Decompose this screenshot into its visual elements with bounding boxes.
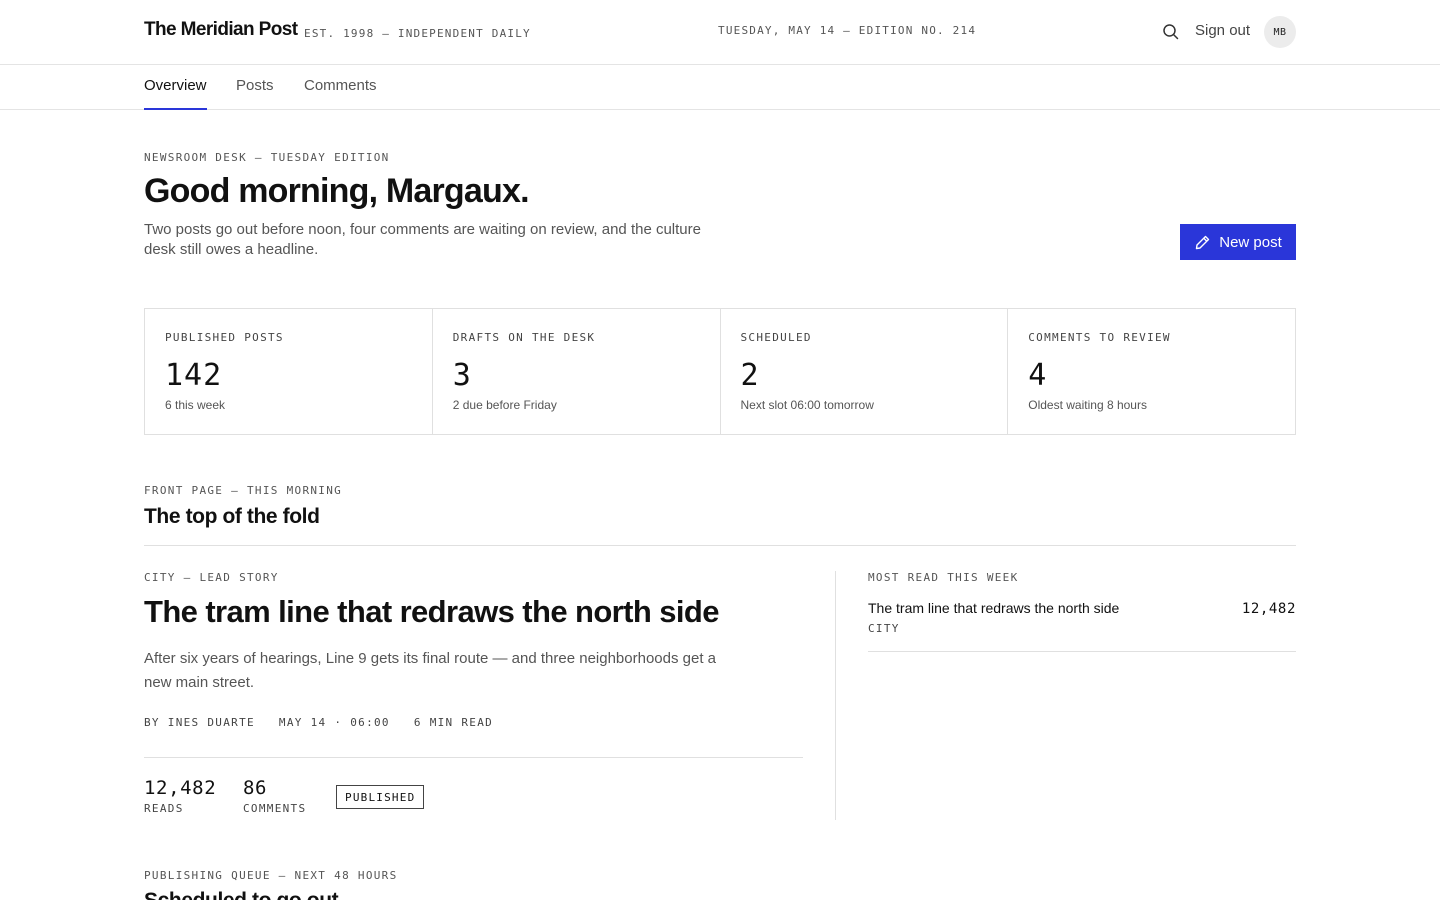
tab-bar: Overview Posts Comments: [0, 65, 1440, 110]
queue-kicker: PUBLISHING QUEUE — NEXT 48 HOURS: [144, 869, 398, 882]
stat-value: 2: [740, 358, 760, 393]
stat-published-posts[interactable]: PUBLISHED POSTS 142 6 this week: [145, 309, 433, 434]
comments-label: COMMENTS: [243, 802, 307, 815]
brand-tagline: EST. 1998 — INDEPENDENT DAILY: [304, 27, 531, 40]
stat-value: 4: [1028, 358, 1048, 393]
stat-comments-to-review[interactable]: COMMENTS TO REVIEW 4 Oldest waiting 8 ho…: [1008, 309, 1295, 434]
most-read-category: CITY: [868, 622, 900, 635]
queue-title: Scheduled to go out: [144, 889, 339, 900]
reads-metric: 12,482 READS: [144, 777, 216, 815]
stat-value: 3: [452, 358, 472, 393]
tab-comments[interactable]: Comments: [304, 77, 377, 110]
page-title: Good morning, Margaux.: [144, 172, 530, 210]
greeting-subtitle: Two posts go out before noon, four comme…: [144, 221, 701, 258]
byline: BY INES DUARTE: [144, 716, 255, 729]
search-icon[interactable]: [1161, 22, 1181, 42]
divider: [144, 545, 1296, 546]
greeting-kicker: NEWSROOM DESK — TUESDAY EDITION: [144, 151, 390, 164]
lead-story-title[interactable]: The tram line that redraws the north sid…: [144, 594, 719, 630]
lead-story-summary: After six years of hearings, Line 9 gets…: [144, 650, 717, 691]
most-read-count: 12,482: [1241, 601, 1296, 617]
tab-overview[interactable]: Overview: [144, 77, 207, 110]
tab-posts[interactable]: Posts: [236, 77, 274, 110]
pencil-icon: [1194, 234, 1211, 251]
stat-note: Oldest waiting 8 hours: [1028, 398, 1147, 412]
lead-story-kicker: CITY — LEAD STORY: [144, 571, 279, 584]
stat-value: 142: [165, 358, 223, 393]
comments-metric: 86 COMMENTS: [243, 777, 306, 815]
stat-label: COMMENTS TO REVIEW: [1028, 331, 1171, 344]
read-time: 6 MIN READ: [413, 716, 494, 729]
avatar[interactable]: MB: [1264, 16, 1296, 48]
stats-panel: PUBLISHED POSTS 142 6 this week DRAFTS O…: [144, 308, 1296, 435]
most-read-title: The tram line that redraws the north sid…: [868, 600, 1120, 616]
stat-label: SCHEDULED: [740, 331, 812, 344]
publish-time: MAY 14 · 06:00: [278, 716, 390, 729]
comments-value: 86: [243, 777, 268, 799]
top-bar: The Meridian Post EST. 1998 — INDEPENDEN…: [0, 0, 1440, 65]
reads-label: READS: [144, 802, 184, 815]
status-badge: PUBLISHED: [336, 785, 425, 809]
new-post-button[interactable]: New post: [1180, 224, 1296, 260]
new-post-label: New post: [1219, 233, 1282, 251]
divider: [144, 757, 803, 758]
most-read-item[interactable]: The tram line that redraws the north sid…: [868, 600, 1296, 652]
lead-story-meta: BY INES DUARTE MAY 14 · 06:00 6 MIN READ: [144, 716, 493, 729]
stat-label: PUBLISHED POSTS: [165, 331, 284, 344]
stat-note: Next slot 06:00 tomorrow: [740, 398, 874, 412]
stat-label: DRAFTS ON THE DESK: [452, 331, 596, 344]
front-page-title: The top of the fold: [144, 505, 320, 528]
edition-line: TUESDAY, MAY 14 — EDITION NO. 214: [718, 24, 977, 37]
most-read-kicker: MOST READ THIS WEEK: [868, 571, 1019, 584]
column-divider: [835, 571, 836, 820]
stat-note: 2 due before Friday: [452, 398, 557, 412]
sign-out-link[interactable]: Sign out: [1195, 22, 1250, 39]
stat-note: 6 this week: [165, 398, 226, 412]
front-page-kicker: FRONT PAGE — THIS MORNING: [144, 484, 343, 497]
reads-value: 12,482: [144, 777, 217, 799]
stat-drafts[interactable]: DRAFTS ON THE DESK 3 2 due before Friday: [433, 309, 721, 434]
brand-logo[interactable]: The Meridian Post: [144, 19, 298, 41]
stat-scheduled[interactable]: SCHEDULED 2 Next slot 06:00 tomorrow: [721, 309, 1009, 434]
